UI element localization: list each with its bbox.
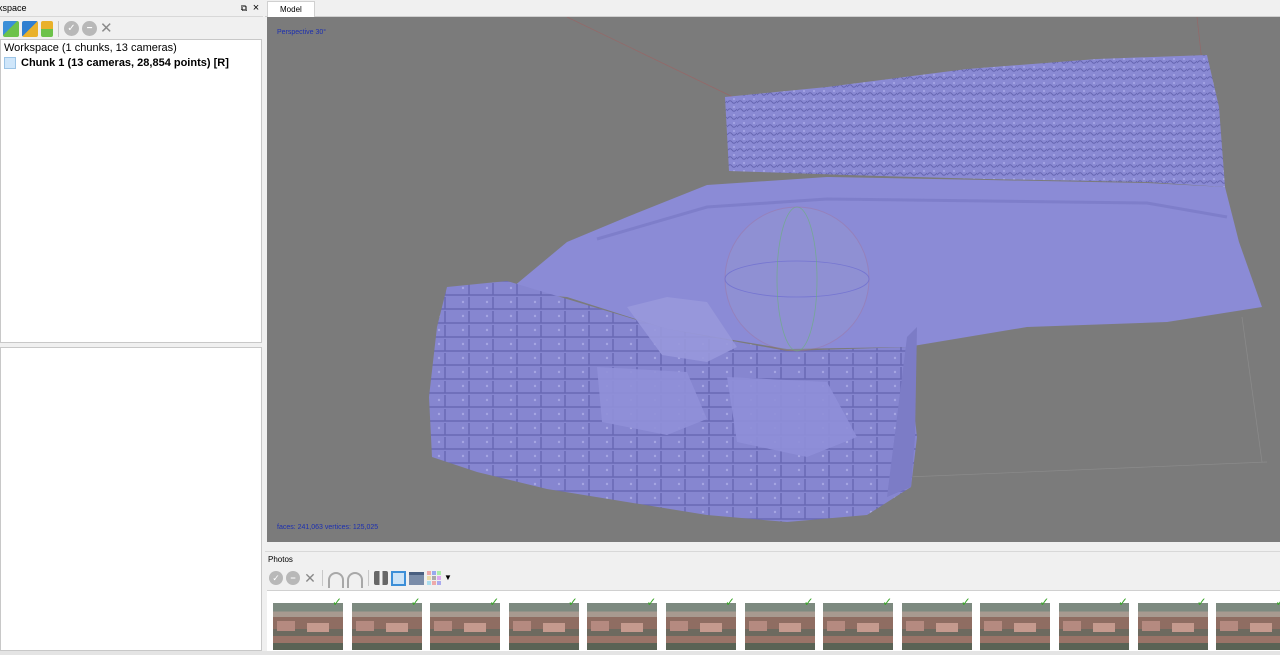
aligned-check-icon: ✓	[567, 595, 578, 609]
status-bar	[0, 651, 1280, 655]
photo-thumbnail[interactable]	[1059, 603, 1129, 650]
toolbar-separator	[368, 570, 369, 586]
workspace-panel-header: kspace ⧉ ×	[0, 0, 263, 17]
chunk-item-label: Chunk 1 (13 cameras, 28,854 points) [R]	[21, 57, 229, 69]
mesh-stats-label: faces: 241,063 vertices: 125,025	[277, 524, 379, 531]
photos-toolbar: ✓ − ✕ ▼	[267, 568, 1280, 588]
enable-icon[interactable]: ✓	[269, 571, 283, 585]
add-markers-icon[interactable]	[41, 20, 53, 37]
aligned-check-icon: ✓	[803, 595, 814, 609]
navigation-sphere[interactable]	[724, 206, 870, 352]
rotate-right-icon[interactable]	[347, 572, 363, 588]
toolbar-separator	[58, 20, 59, 37]
photo-thumbnail[interactable]	[587, 603, 658, 650]
photo-thumbnail[interactable]	[666, 603, 736, 650]
view-icon[interactable]	[409, 571, 424, 585]
model-render	[429, 17, 1268, 522]
photo-thumbnail-strip: ✓ ✓ ✓ ✓ ✓ ✓ ✓ ✓ ✓ ✓ ✓ ✓ ✓	[267, 590, 1280, 655]
axis-line-y	[1241, 316, 1263, 463]
aligned-check-icon: ✓	[489, 595, 500, 609]
select-icon[interactable]	[391, 570, 406, 586]
photo-thumbnail[interactable]	[1137, 603, 1208, 650]
float-panel-icon[interactable]: ⧉	[239, 3, 249, 13]
grid-line	[906, 461, 1268, 478]
chunk-icon	[4, 57, 16, 69]
photoscan-window: kspace ⧉ × ✓ − ✕ Workspace (1 chunks, 13…	[0, 0, 1280, 655]
aligned-check-icon: ✓	[1039, 595, 1050, 609]
tab-model[interactable]: Model	[267, 1, 315, 17]
main-area: Model Perspective 30° faces: 241,063 ver…	[265, 0, 1280, 655]
enable-icon[interactable]: ✓	[64, 21, 79, 36]
workspace-toolbar: ✓ − ✕	[0, 18, 263, 39]
photos-panel-title: Photos	[265, 551, 1280, 567]
photo-thumbnail[interactable]	[351, 603, 422, 650]
workspace-root-item[interactable]: Workspace (1 chunks, 13 cameras)	[4, 42, 177, 54]
model-viewport[interactable]: Perspective 30° faces: 241,063 vertices:…	[267, 17, 1280, 542]
workspace-pane: kspace ⧉ × ✓ − ✕ Workspace (1 chunks, 13…	[0, 0, 263, 655]
close-panel-icon[interactable]: ×	[251, 3, 261, 14]
projection-label: Perspective 30°	[277, 29, 327, 36]
photo-thumbnail[interactable]	[823, 603, 894, 650]
aligned-check-icon: ✓	[1118, 595, 1129, 609]
photo-thumbnail[interactable]	[430, 603, 501, 650]
aligned-check-icon: ✓	[410, 595, 421, 609]
photo-thumbnail[interactable]	[273, 603, 343, 650]
aligned-check-icon: ✓	[960, 595, 971, 609]
axis-line-x	[566, 17, 738, 100]
add-chunk-icon[interactable]	[3, 20, 19, 37]
toolbar-separator	[322, 570, 323, 586]
binoculars-icon[interactable]	[374, 571, 388, 585]
properties-pane	[0, 347, 262, 651]
photo-thumbnail[interactable]	[1216, 603, 1280, 650]
mesh-back-wall	[725, 55, 1225, 187]
view-tabbar: Model	[265, 0, 1280, 17]
add-photos-icon[interactable]	[22, 20, 38, 37]
dropdown-arrow-icon[interactable]: ▼	[444, 571, 452, 585]
remove-icon[interactable]: ✕	[303, 570, 317, 586]
aligned-check-icon: ✓	[646, 595, 657, 609]
workspace-tree: Workspace (1 chunks, 13 cameras) Chunk 1…	[0, 39, 262, 343]
remove-icon[interactable]: ✕	[100, 20, 113, 37]
aligned-check-icon: ✓	[725, 595, 736, 609]
aligned-check-icon: ✓	[882, 595, 893, 609]
photo-thumbnail[interactable]	[901, 603, 972, 650]
aligned-check-icon: ✓	[1196, 595, 1207, 609]
grid-icon[interactable]	[427, 571, 441, 585]
aligned-check-icon: ✓	[1275, 596, 1280, 608]
workspace-panel-title: kspace	[0, 3, 27, 13]
photo-thumbnail[interactable]	[980, 603, 1051, 650]
disable-icon[interactable]: −	[82, 21, 97, 36]
photo-thumbnail[interactable]	[508, 603, 579, 650]
aligned-check-icon: ✓	[332, 595, 343, 609]
chunk-item[interactable]: Chunk 1 (13 cameras, 28,854 points) [R]	[4, 57, 229, 69]
disable-icon[interactable]: −	[286, 571, 300, 585]
photo-thumbnail[interactable]	[744, 603, 815, 650]
rotate-left-icon[interactable]	[328, 572, 344, 588]
